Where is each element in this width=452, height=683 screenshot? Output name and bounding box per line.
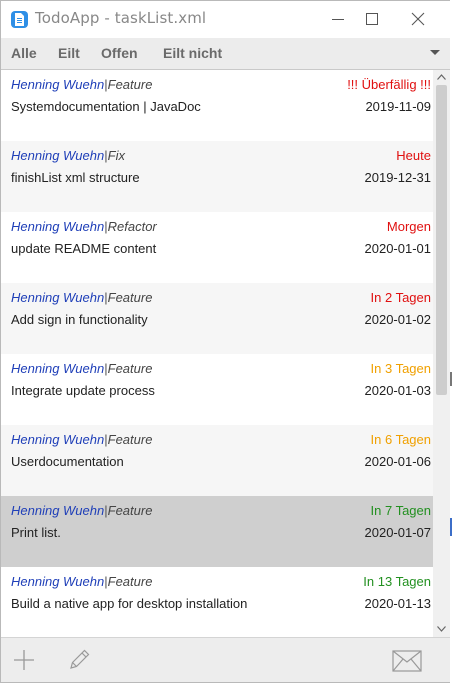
task-title: Print list. [11,525,61,540]
task-meta: Henning Wuehn|Fix [11,148,125,163]
task-author: Henning Wuehn [11,148,105,163]
task-title: Userdocumentation [11,454,124,469]
task-type: Feature [107,361,153,376]
task-row[interactable]: Henning Wuehn|Feature In 2 Tagen Add sig… [1,283,433,354]
envelope-icon[interactable] [392,650,422,672]
task-status: Heute [396,148,431,163]
task-type: Feature [107,574,153,589]
task-title: Systemdocumentation | JavaDoc [11,99,201,114]
task-author: Henning Wuehn [11,219,105,234]
task-date: 2020-01-06 [364,454,432,469]
task-meta: Henning Wuehn|Feature [11,432,152,447]
task-meta: Henning Wuehn|Refactor [11,219,157,234]
bottom-toolbar [1,637,451,682]
task-date: 2019-12-31 [364,170,432,185]
task-status: In 3 Tagen [370,361,431,376]
task-type: Feature [107,290,153,305]
chevron-down-icon[interactable] [429,49,441,57]
title-bar[interactable]: TodoApp - taskList.xml [1,1,451,37]
filter-urgent[interactable]: Eilt [58,45,80,61]
close-icon [411,12,425,26]
task-author: Henning Wuehn [11,77,105,92]
task-meta: Henning Wuehn|Feature [11,290,152,305]
task-row[interactable]: Henning Wuehn|Fix Heute finishList xml s… [1,141,433,212]
close-button[interactable] [395,1,441,37]
task-date: 2019-11-09 [365,99,431,114]
task-status: In 2 Tagen [370,290,431,305]
task-row[interactable]: Henning Wuehn|Feature !!! Überfällig !!!… [1,70,433,141]
scroll-down-icon[interactable] [437,626,446,632]
plus-icon[interactable] [12,648,36,672]
task-title: Integrate update process [11,383,155,398]
task-type: Feature [107,432,153,447]
task-row-selected[interactable]: Henning Wuehn|Feature In 7 Tagen Print l… [1,496,433,567]
task-row[interactable]: Henning Wuehn|Feature In 6 Tagen Userdoc… [1,425,433,496]
task-status: Morgen [386,219,431,234]
task-date: 2020-01-02 [364,312,432,327]
task-status: In 6 Tagen [370,432,431,447]
task-list: Henning Wuehn|Feature !!! Überfällig !!!… [1,70,433,637]
task-type: Feature [107,503,153,518]
scrollbar-thumb[interactable] [436,85,447,395]
task-title: Build a native app for desktop installat… [11,596,248,611]
task-author: Henning Wuehn [11,574,105,589]
task-author: Henning Wuehn [11,290,105,305]
task-row[interactable]: Henning Wuehn|Refactor Morgen update REA… [1,212,433,283]
filter-not-urgent[interactable]: Eilt nicht [163,45,222,61]
task-title: finishList xml structure [11,170,140,185]
task-status: In 13 Tagen [363,574,431,589]
minimize-icon [332,19,344,20]
filter-open[interactable]: Offen [101,45,138,61]
task-author: Henning Wuehn [11,503,105,518]
filter-bar: Alle Eilt Offen Eilt nicht [1,38,451,70]
maximize-icon [366,13,378,25]
document-icon [11,11,28,28]
task-row[interactable]: Henning Wuehn|Feature In 13 Tagen Build … [1,567,433,637]
task-type: Fix [107,148,125,163]
task-meta: Henning Wuehn|Feature [11,503,152,518]
task-author: Henning Wuehn [11,361,105,376]
window-title: TodoApp - taskList.xml [35,9,206,27]
task-date: 2020-01-03 [364,383,432,398]
task-date: 2020-01-07 [364,525,432,540]
task-author: Henning Wuehn [11,432,105,447]
scroll-up-icon[interactable] [437,74,446,80]
task-meta: Henning Wuehn|Feature [11,574,152,589]
task-meta: Henning Wuehn|Feature [11,77,152,92]
task-row[interactable]: Henning Wuehn|Feature In 3 Tagen Integra… [1,354,433,425]
task-title: Add sign in functionality [11,312,148,327]
pencil-icon[interactable] [67,648,91,672]
task-meta: Henning Wuehn|Feature [11,361,152,376]
app-name: TodoApp [35,9,100,27]
task-type: Refactor [107,219,157,234]
file-name: taskList.xml [114,9,207,27]
title-separator: - [99,9,115,27]
vertical-scrollbar[interactable] [433,70,451,637]
task-status: In 7 Tagen [370,503,431,518]
task-title: update README content [11,241,157,256]
maximize-button[interactable] [349,1,395,37]
task-type: Feature [107,77,153,92]
filter-all[interactable]: Alle [11,45,37,61]
task-status: !!! Überfällig !!! [347,77,431,92]
task-date: 2020-01-01 [364,241,432,256]
app-window: TodoApp - taskList.xml Alle Eilt Offen E… [0,0,452,683]
task-date: 2020-01-13 [364,596,432,611]
